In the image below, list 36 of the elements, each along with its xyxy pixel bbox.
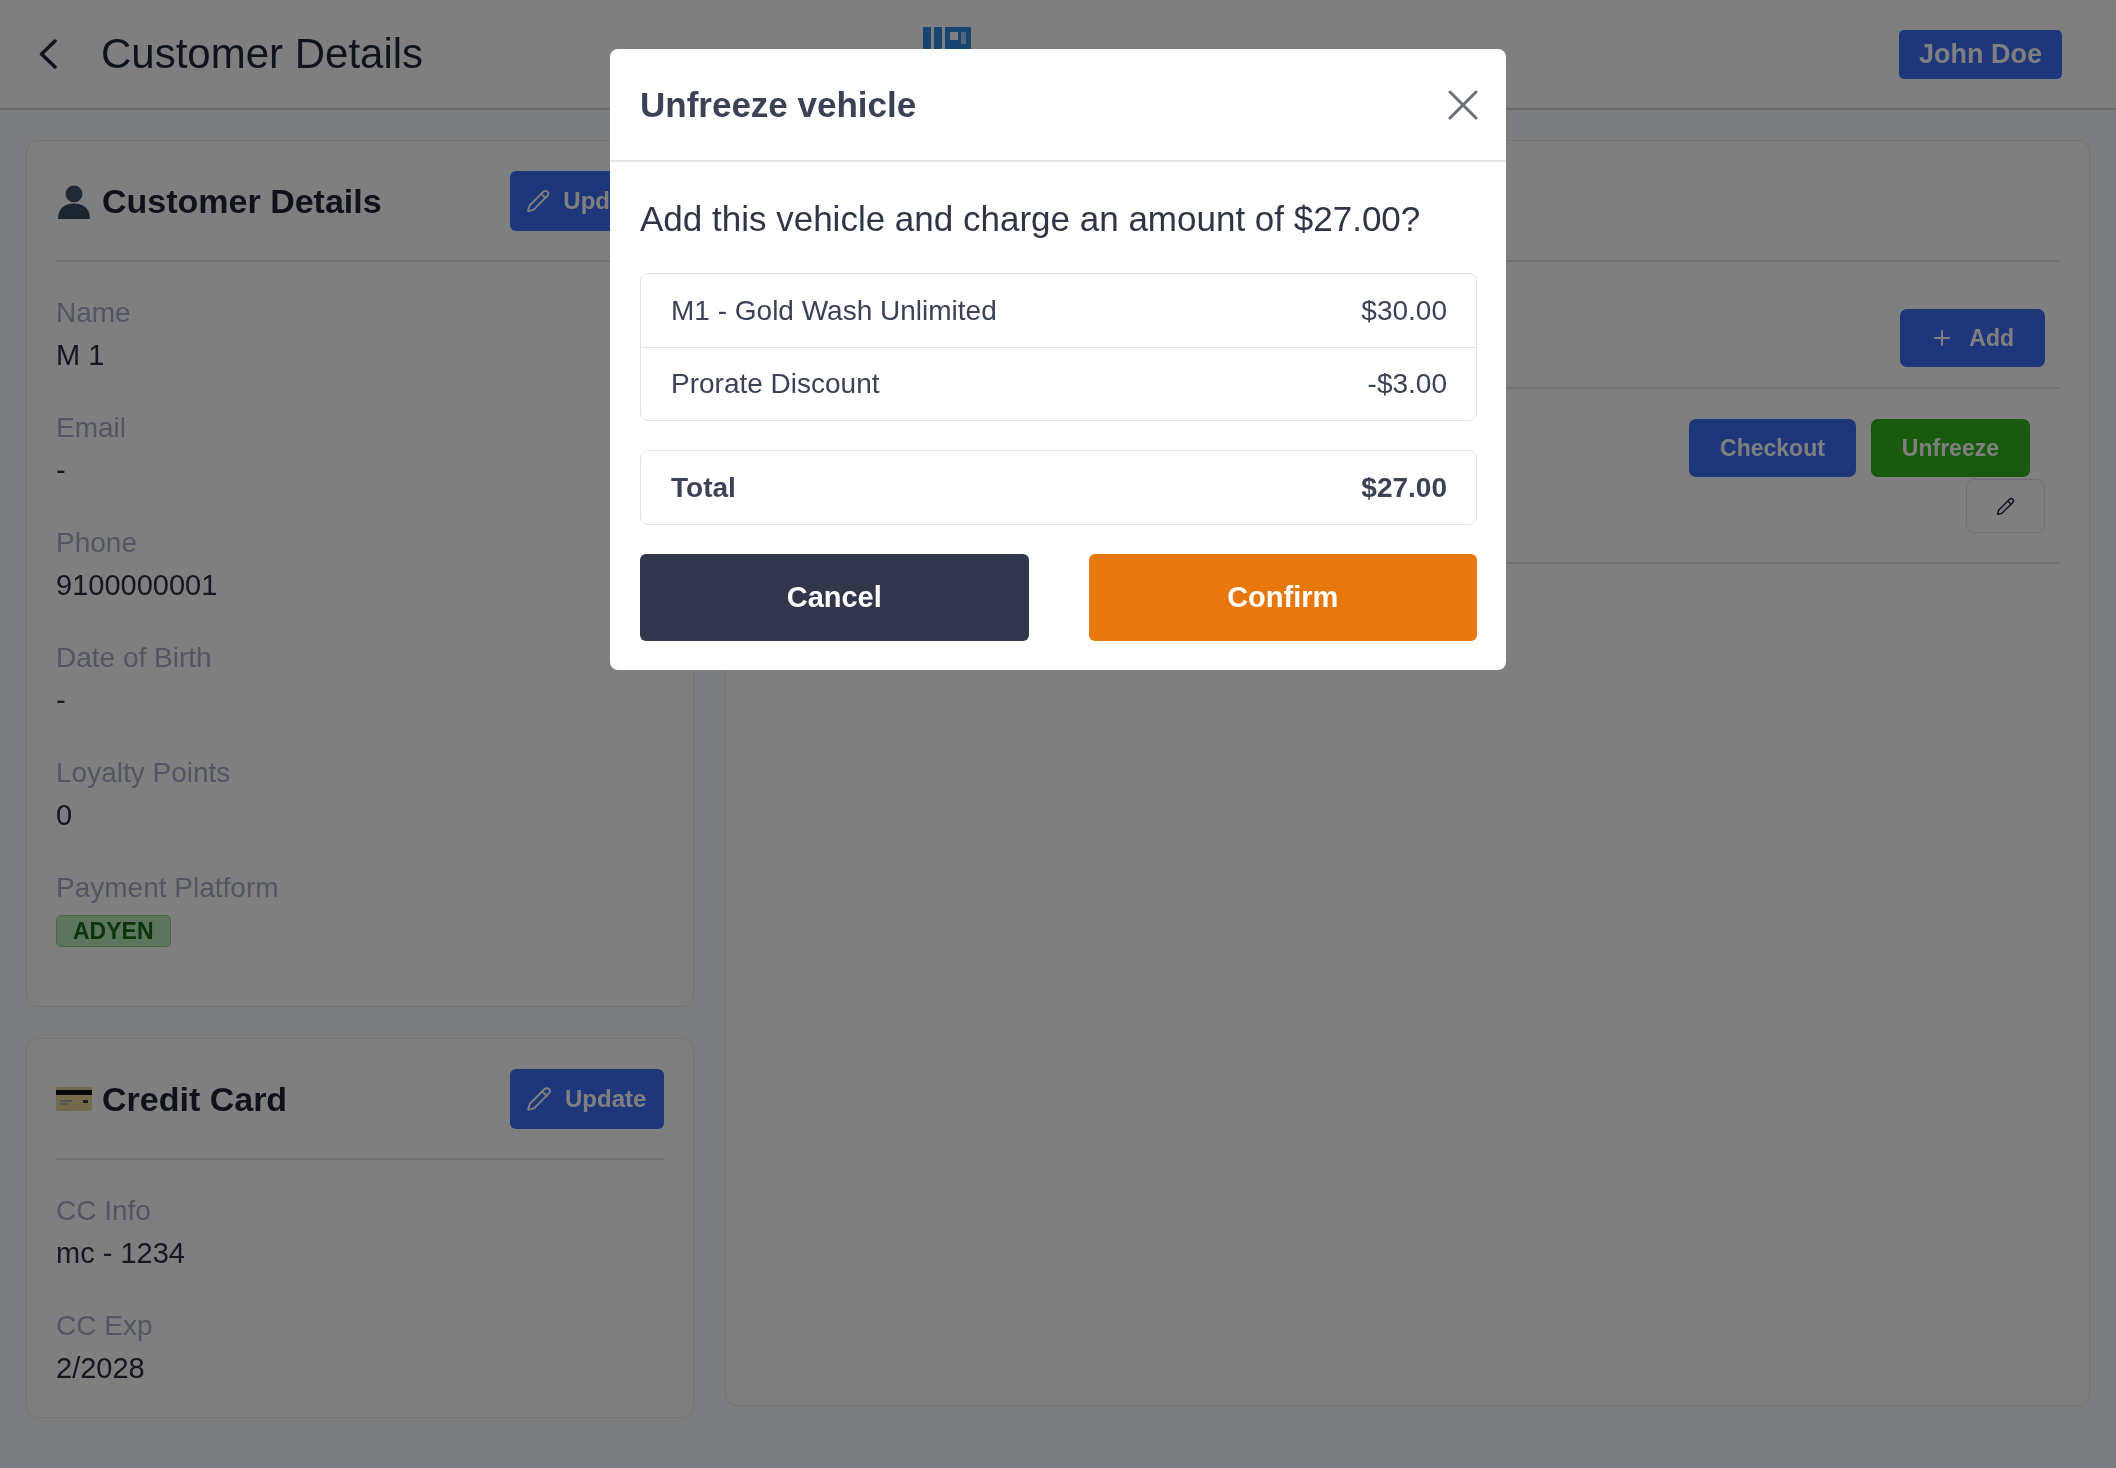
person-icon xyxy=(56,183,92,219)
card-title: Credit Card xyxy=(102,1079,288,1119)
total-amount: $27.00 xyxy=(1361,471,1447,504)
field-value: - xyxy=(56,453,66,488)
charge-amount: -$3.00 xyxy=(1367,368,1447,400)
field-value: 9100000001 xyxy=(56,568,218,603)
confirm-button[interactable]: Confirm xyxy=(1088,554,1477,641)
pencil-icon xyxy=(1996,496,2015,516)
plus-icon xyxy=(1934,330,1951,346)
update-button[interactable]: Upd xyxy=(510,171,610,231)
charge-name: Prorate Discount xyxy=(671,368,880,400)
checkout-button[interactable]: Checkout xyxy=(1689,419,1856,477)
pencil-icon xyxy=(526,188,551,214)
dialog-title: Unfreeze vehicle xyxy=(640,84,917,125)
back-icon xyxy=(38,39,58,69)
card-title: Customer Details xyxy=(102,181,382,221)
total-label: Total xyxy=(671,471,736,504)
close-icon xyxy=(1448,89,1478,120)
platform-badge: ADYEN xyxy=(56,915,171,947)
credit-card-icon xyxy=(56,1087,92,1111)
field-value: M 1 xyxy=(56,338,105,373)
field-value: mc - 1234 xyxy=(56,1236,185,1271)
dialog-question: Add this vehicle and charge an amount of $27.00? xyxy=(640,199,1422,239)
back-button[interactable] xyxy=(38,39,58,69)
add-button[interactable]: Add xyxy=(1900,309,2045,367)
field-value: - xyxy=(56,683,66,718)
update-button[interactable]: Update xyxy=(510,1069,664,1129)
pencil-icon xyxy=(526,1086,552,1112)
charge-name: M1 - Gold Wash Unlimited xyxy=(671,294,997,327)
field-value: 0 xyxy=(56,798,73,833)
page-title: Customer Details xyxy=(101,30,424,78)
cancel-button[interactable]: Cancel xyxy=(640,554,1029,641)
unfreeze-button[interactable]: Unfreeze xyxy=(1870,419,2030,477)
field-value: 2/2028 xyxy=(56,1351,145,1386)
user-button[interactable]: John Doe xyxy=(1899,29,2062,79)
charge-amount: $30.00 xyxy=(1361,294,1447,327)
